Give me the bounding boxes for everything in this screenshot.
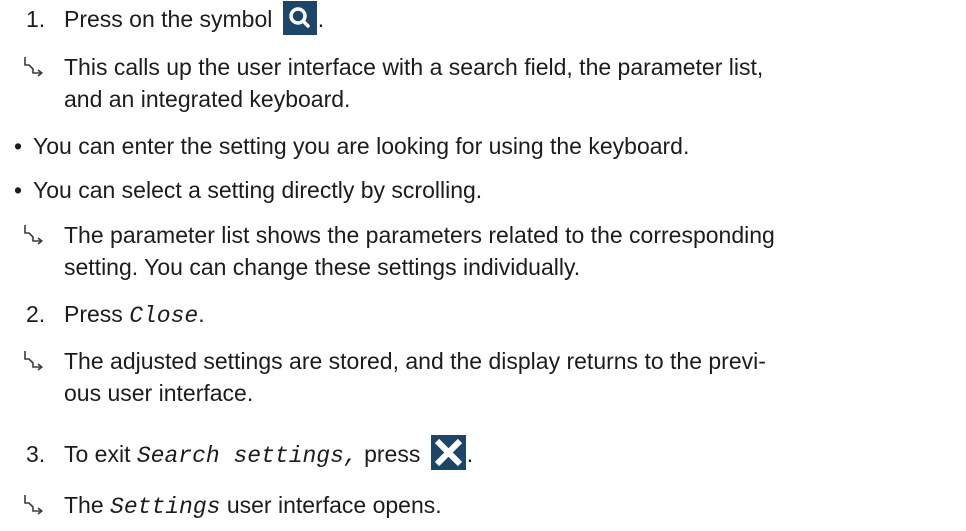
step-text: Press Close. bbox=[64, 298, 205, 332]
step-text-prefix: Press bbox=[64, 301, 130, 327]
step-text-after-icon: . bbox=[466, 441, 474, 467]
result-text: The Settings user interface opens. bbox=[64, 489, 442, 523]
result-arrow-icon bbox=[24, 57, 44, 77]
step-text-after-icon: . bbox=[317, 6, 325, 32]
close-icon bbox=[430, 435, 466, 471]
result-line: setting. You can change these settings i… bbox=[64, 254, 581, 280]
step-number: 3. bbox=[26, 441, 46, 467]
bullet-text: You can select a setting directly by scr… bbox=[33, 177, 483, 203]
result-text-suffix: user interface opens. bbox=[220, 492, 442, 518]
bullet-marker: • bbox=[14, 133, 23, 159]
result-code: Settings bbox=[110, 494, 221, 520]
step-code: Search settings, bbox=[136, 443, 358, 469]
step-number: 1. bbox=[26, 6, 46, 32]
instruction-page: 1. Press on the symbol . This calls up t… bbox=[0, 0, 966, 531]
result-arrow-icon bbox=[24, 351, 44, 371]
step-code: Close bbox=[129, 303, 199, 329]
result-arrow-icon bbox=[24, 225, 44, 245]
result-arrow-icon bbox=[24, 495, 44, 515]
step-text-suffix: . bbox=[198, 301, 205, 327]
step-text: Press on the symbol . bbox=[64, 0, 325, 35]
step-text-middle: press bbox=[357, 441, 427, 467]
bullet-text: You can enter the setting you are lookin… bbox=[33, 133, 690, 159]
step-text-before-icon: Press on the symbol bbox=[64, 6, 279, 32]
result-line: The parameter list shows the parameters … bbox=[64, 222, 775, 248]
result-line: ous user interface. bbox=[64, 380, 254, 406]
step-text: To exit Search settings, press . bbox=[64, 435, 474, 472]
step-text-prefix: To exit bbox=[64, 441, 137, 467]
result-line: This calls up the user interface with a … bbox=[64, 54, 764, 80]
result-line: and an integrated keyboard. bbox=[64, 86, 351, 112]
result-text-prefix: The bbox=[64, 492, 111, 518]
bullet-marker: • bbox=[14, 177, 23, 203]
step-number: 2. bbox=[26, 301, 46, 327]
result-line: The adjusted settings are stored, and th… bbox=[64, 348, 766, 374]
search-icon bbox=[282, 0, 317, 35]
